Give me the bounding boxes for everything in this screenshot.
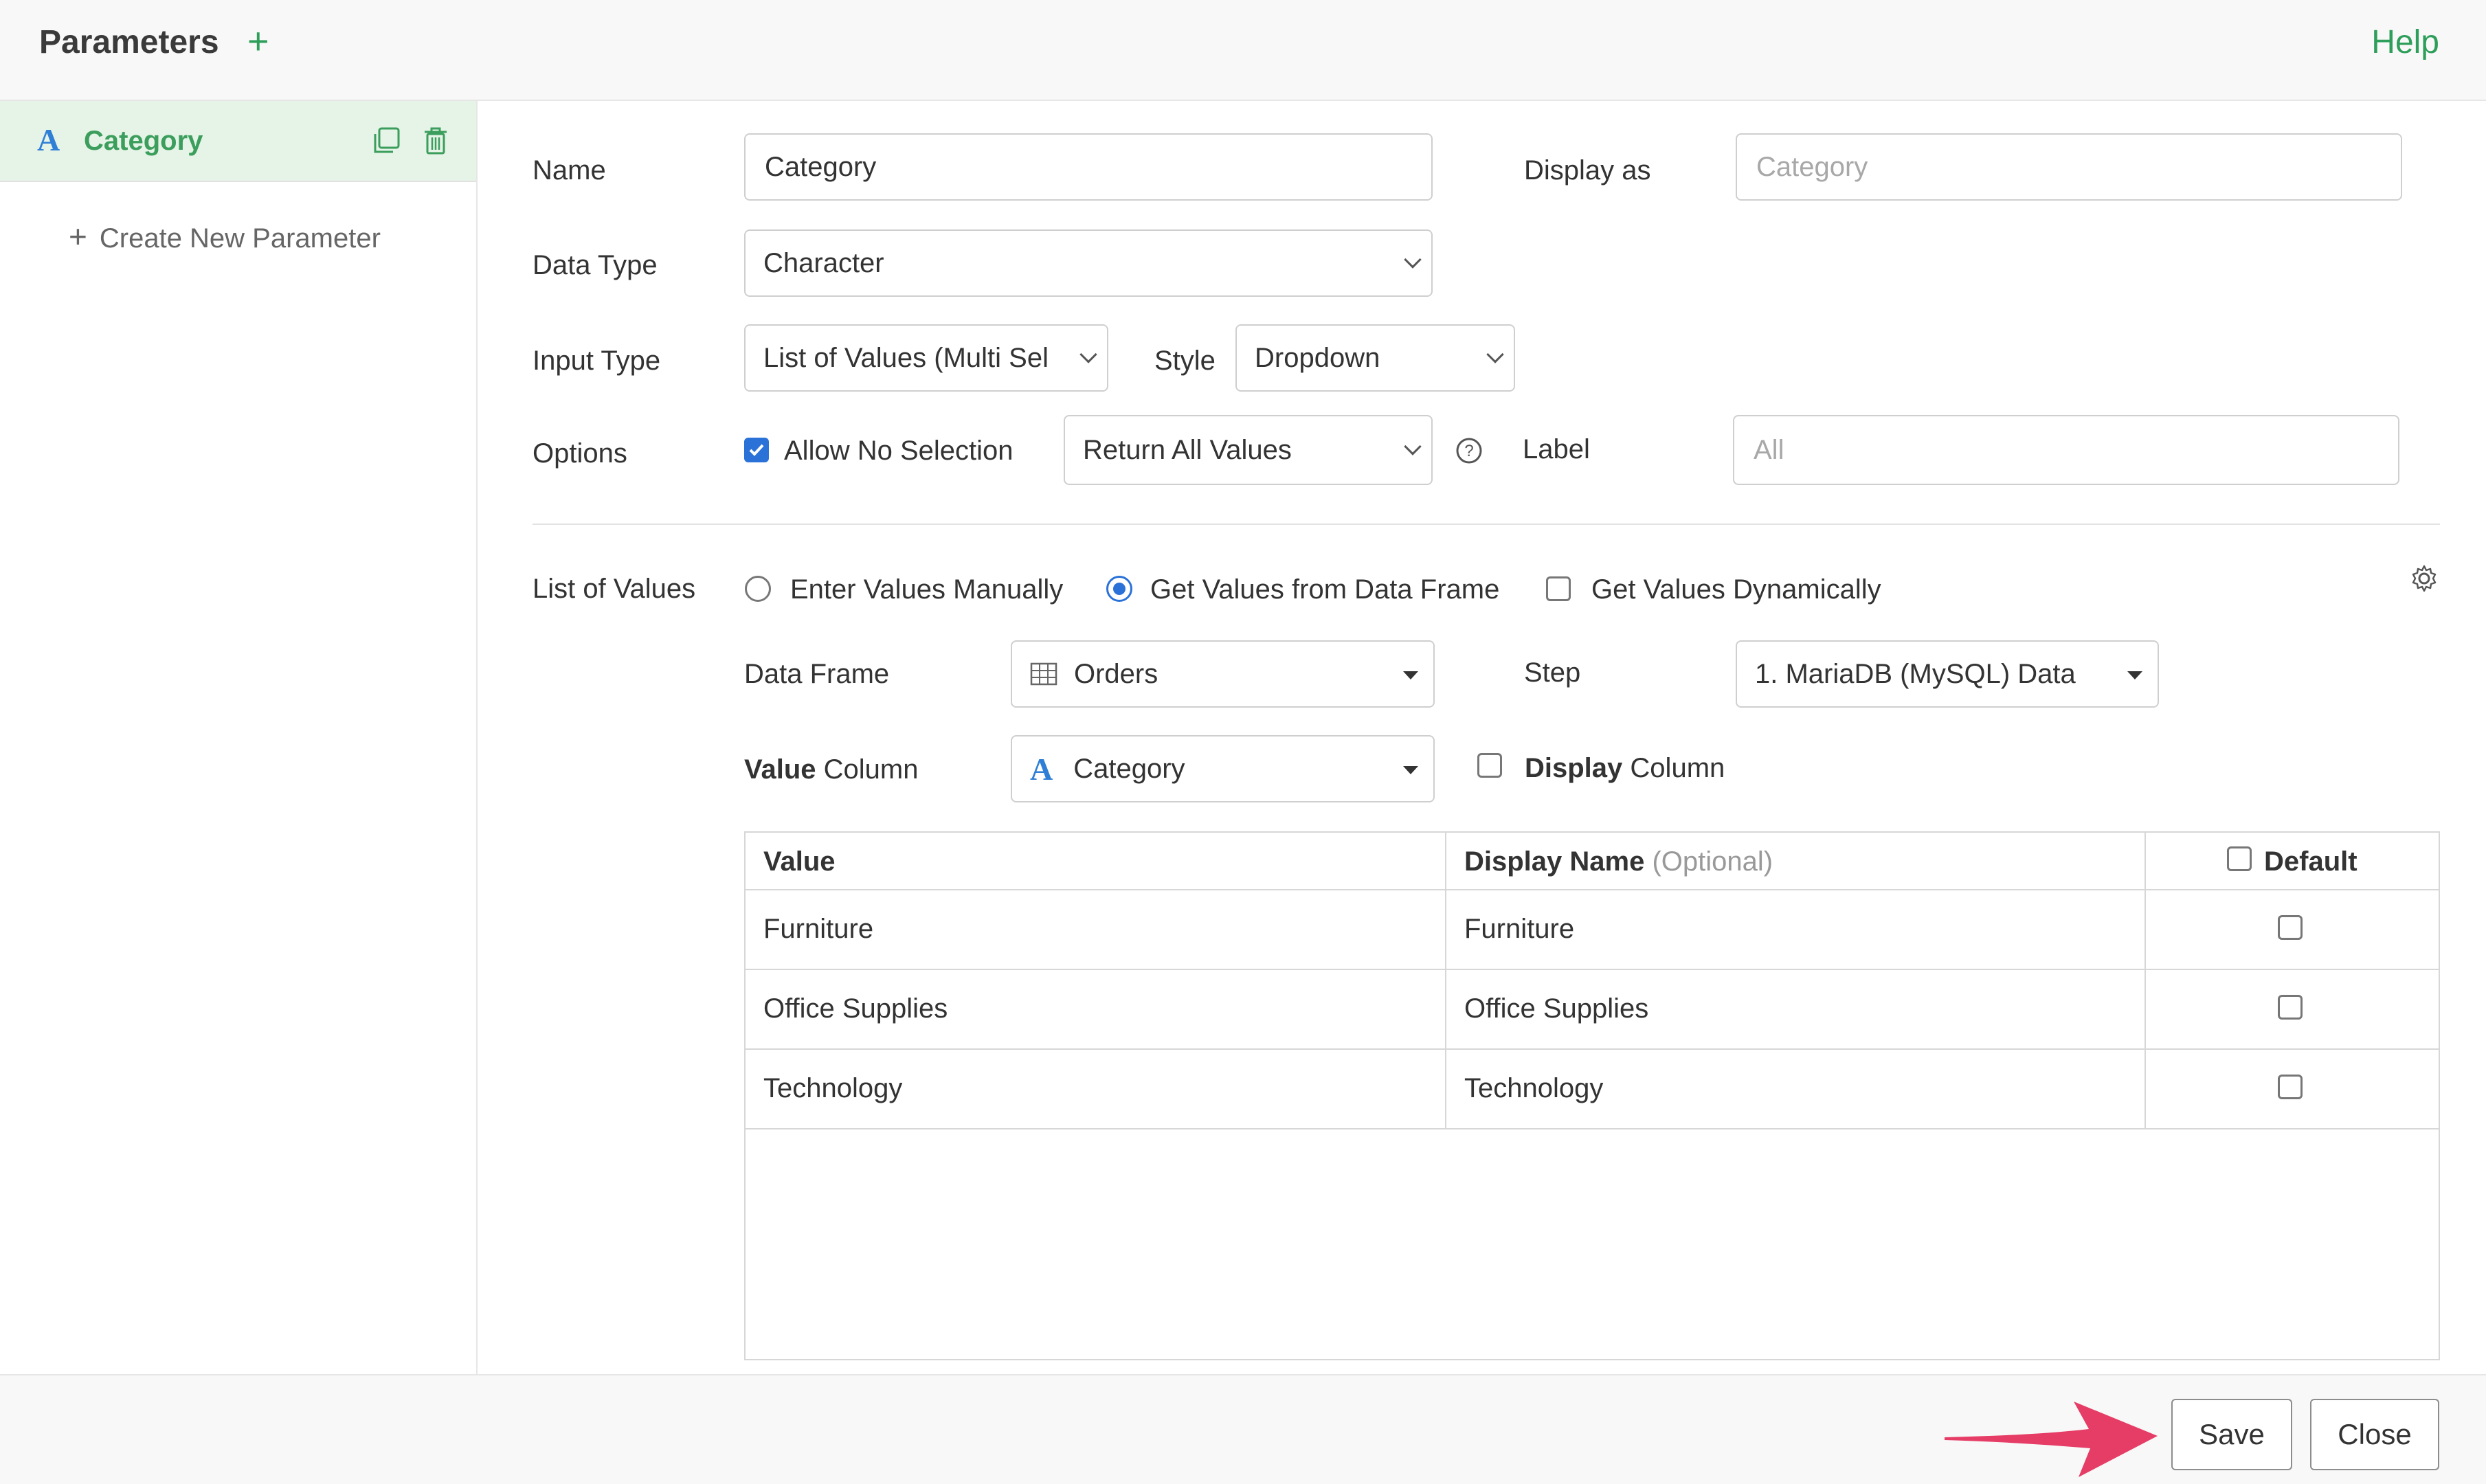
get-values-dynamically-label: Get Values Dynamically	[1591, 574, 1881, 605]
value-column-select[interactable]: A Category	[1011, 735, 1435, 802]
table-cell-display[interactable]: Furniture	[1464, 912, 1574, 945]
data-frame-select[interactable]: Orders	[1011, 640, 1435, 708]
checkmark-icon	[749, 444, 764, 456]
parameter-sidebar: A Category + Create New Parameter	[0, 101, 478, 1374]
table-column-divider	[2145, 833, 2146, 1129]
data-frame-label: Data Frame	[744, 659, 890, 689]
allow-no-selection-label: Allow No Selection	[784, 436, 1014, 466]
allow-no-selection-checkbox[interactable]	[744, 438, 769, 462]
help-question-icon[interactable]: ?	[1455, 437, 1483, 464]
display-as-input[interactable]: Category	[1736, 133, 2402, 201]
data-type-label: Data Type	[533, 250, 658, 280]
close-button[interactable]: Close	[2310, 1399, 2439, 1470]
create-new-parameter-label: Create New Parameter	[99, 223, 381, 254]
header-bar: Parameters + Help	[0, 0, 2486, 101]
label-label: Label	[1523, 434, 1590, 464]
save-button[interactable]: Save	[2171, 1399, 2292, 1470]
value-column-header: Value	[763, 846, 836, 877]
pointer-arrow-icon	[1945, 1402, 2158, 1477]
table-cell-value[interactable]: Technology	[763, 1072, 902, 1105]
data-type-value: Character	[763, 247, 884, 278]
no-selection-behavior-select[interactable]: Return All Values	[1064, 415, 1433, 485]
name-input[interactable]: Category	[744, 133, 1433, 201]
copy-icon[interactable]	[371, 126, 401, 156]
svg-text:?: ?	[1464, 442, 1473, 460]
sidebar-item-label: Category	[84, 126, 203, 156]
style-value: Dropdown	[1255, 342, 1380, 373]
value-column-value: Category	[1073, 753, 1185, 784]
style-select[interactable]: Dropdown	[1235, 324, 1515, 392]
character-type-icon: A	[1030, 751, 1053, 787]
label-input[interactable]: All	[1733, 415, 2399, 485]
value-column-label: Value Column	[744, 753, 918, 786]
display-name-header-text: Display Name	[1464, 846, 1645, 877]
step-label: Step	[1524, 657, 1581, 688]
caret-down-icon	[1403, 671, 1418, 679]
table-cell-display[interactable]: Technology	[1464, 1072, 1603, 1105]
input-type-select[interactable]: List of Values (Multi Sel	[744, 324, 1108, 392]
row-default-checkbox[interactable]	[2278, 915, 2303, 940]
enter-values-manually-radio[interactable]	[745, 576, 771, 602]
table-divider	[746, 889, 2439, 890]
add-parameter-icon[interactable]: +	[247, 21, 269, 62]
chevron-down-icon	[1404, 438, 1422, 456]
display-as-label: Display as	[1524, 155, 1651, 186]
row-default-checkbox[interactable]	[2278, 1075, 2303, 1099]
gear-icon[interactable]	[2409, 563, 2439, 594]
get-values-from-data-frame-label: Get Values from Data Frame	[1150, 574, 1500, 605]
display-column-label-rest: Column	[1630, 753, 1725, 783]
enter-values-manually-label: Enter Values Manually	[790, 574, 1064, 605]
caret-down-icon	[1403, 766, 1418, 774]
display-name-header-hint: (Optional)	[1652, 846, 1773, 877]
trash-icon[interactable]	[421, 126, 451, 156]
character-type-icon: A	[37, 122, 60, 157]
table-column-divider	[1445, 833, 1446, 1129]
table-divider	[746, 1128, 2439, 1129]
step-select[interactable]: 1. MariaDB (MySQL) Data	[1736, 640, 2159, 708]
help-link[interactable]: Help	[2371, 23, 2439, 62]
get-values-from-data-frame-radio[interactable]	[1106, 576, 1132, 602]
display-name-column-header: Display Name (Optional)	[1464, 845, 1773, 878]
default-column-header: Default	[2264, 846, 2358, 877]
display-column-checkbox[interactable]	[1477, 753, 1502, 778]
get-values-dynamically-checkbox[interactable]	[1546, 576, 1571, 601]
create-new-parameter-link[interactable]: + Create New Parameter	[69, 219, 381, 256]
options-label: Options	[533, 438, 627, 469]
plus-icon: +	[69, 218, 87, 254]
input-type-label: Input Type	[533, 346, 661, 376]
page-title: Parameters	[39, 24, 219, 60]
step-value: 1. MariaDB (MySQL) Data	[1755, 658, 2076, 689]
value-column-label-rest: Column	[823, 754, 919, 785]
table-divider	[746, 1048, 2439, 1050]
table-cell-value[interactable]: Office Supplies	[763, 992, 948, 1025]
no-selection-behavior-value: Return All Values	[1083, 434, 1292, 465]
chevron-down-icon	[1404, 251, 1422, 269]
input-type-value: List of Values (Multi Sel	[763, 342, 1049, 373]
default-all-checkbox[interactable]	[2227, 846, 2252, 871]
section-divider	[533, 524, 2440, 525]
display-column-label: Display Column	[1525, 752, 1725, 785]
values-table: Value Display Name (Optional) Default Fu…	[744, 831, 2440, 1360]
caret-down-icon	[2127, 671, 2142, 679]
sidebar-item-category[interactable]: A Category	[0, 101, 476, 182]
table-icon	[1030, 662, 1057, 686]
dialog-footer: Save Close	[0, 1374, 2486, 1484]
chevron-down-icon	[1079, 346, 1097, 363]
name-label: Name	[533, 155, 606, 186]
value-column-label-bold: Value	[744, 754, 816, 785]
table-divider	[746, 969, 2439, 970]
list-of-values-label: List of Values	[533, 574, 696, 604]
display-column-label-bold: Display	[1525, 753, 1623, 783]
table-cell-display[interactable]: Office Supplies	[1464, 992, 1648, 1025]
style-label: Style	[1154, 346, 1216, 376]
data-frame-value: Orders	[1074, 658, 1158, 689]
chevron-down-icon	[1486, 346, 1504, 363]
data-type-select[interactable]: Character	[744, 229, 1433, 297]
row-default-checkbox[interactable]	[2278, 995, 2303, 1020]
table-cell-value[interactable]: Furniture	[763, 912, 873, 945]
